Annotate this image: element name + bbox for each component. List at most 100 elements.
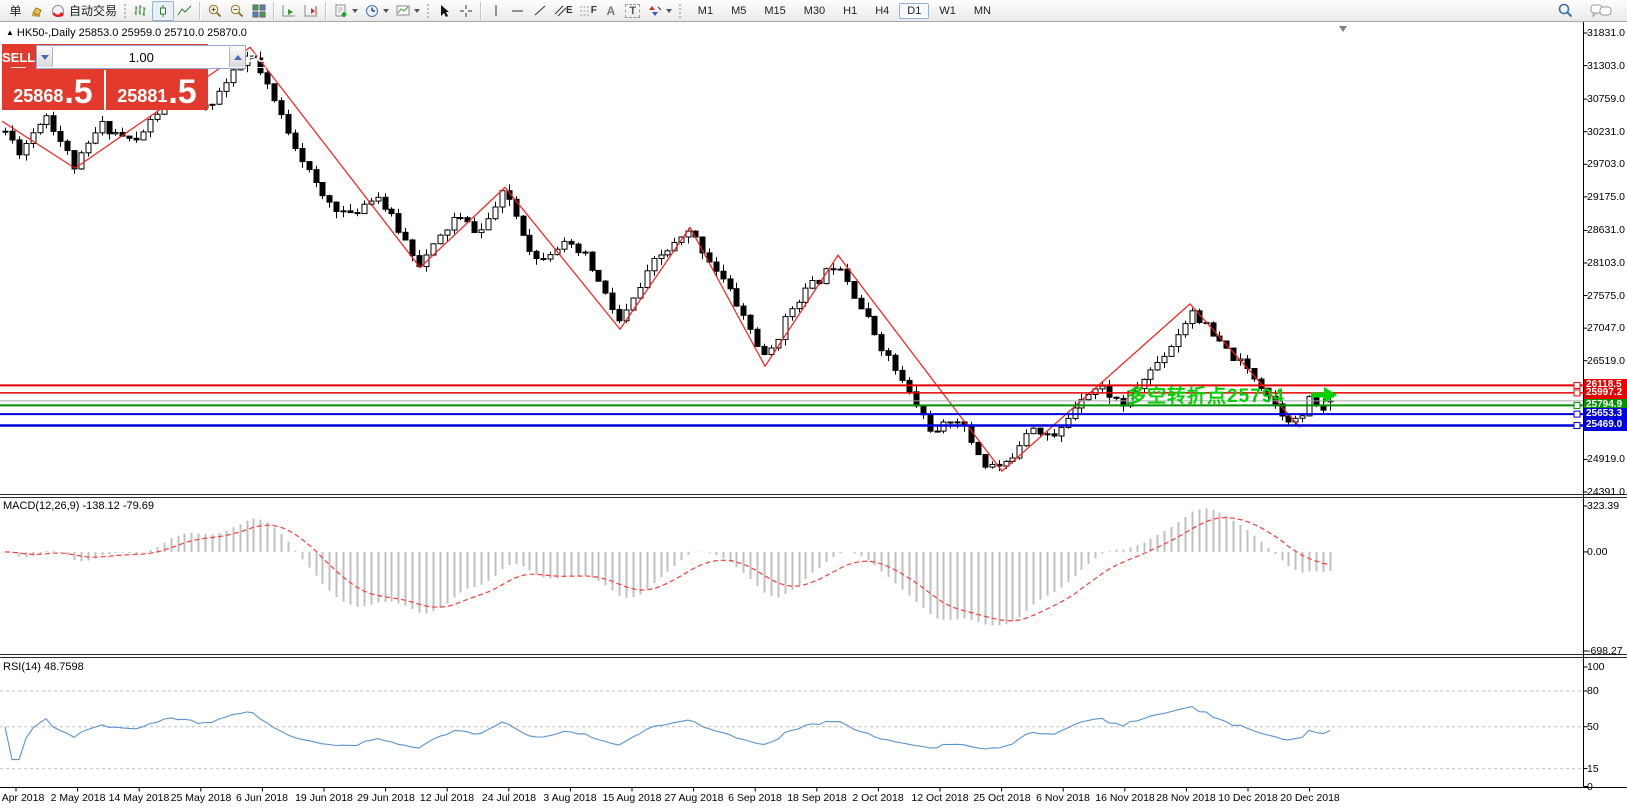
order-button[interactable]: 单: [3, 1, 25, 21]
volume-control: [36, 45, 246, 69]
date-label: 24 Jul 2018: [482, 792, 536, 804]
timeframe-m1[interactable]: M1: [690, 3, 721, 19]
sell-button-label: SELL: [2, 50, 35, 65]
timeframe-w1[interactable]: W1: [931, 3, 964, 19]
horizontal-line-button[interactable]: [507, 1, 529, 21]
templates-button[interactable]: [392, 1, 423, 21]
date-label: 6 Jun 2018: [236, 792, 288, 804]
indicators-icon: [333, 3, 349, 19]
buy-price-int: 25881: [117, 85, 167, 107]
chart-collapse-icon: ▲: [6, 28, 14, 37]
vertical-line-button[interactable]: [485, 1, 507, 21]
trendline-icon: [532, 3, 548, 19]
chart-shift-icon: [303, 3, 319, 19]
fibonacci-button[interactable]: F: [576, 1, 600, 21]
volume-input[interactable]: [53, 50, 229, 65]
autoscroll-icon: [281, 3, 297, 19]
text-label-icon: T: [625, 4, 640, 18]
date-label: 2 May 2018: [51, 792, 106, 804]
date-label: 6 Sep 2018: [728, 792, 782, 804]
date-label: 16 Nov 2018: [1095, 792, 1155, 804]
date-label: 14 May 2018: [109, 792, 170, 804]
price-axis-label: 27047.0: [1587, 322, 1625, 334]
timeframe-mn[interactable]: MN: [966, 3, 999, 19]
date-label: 10 Dec 2018: [1218, 792, 1278, 804]
crosshair-button[interactable]: [455, 1, 477, 21]
chart-shift-button[interactable]: [300, 1, 322, 21]
macd-axis-label: -698.27: [1587, 645, 1623, 657]
fibonacci-icon: [579, 3, 591, 19]
channel-button[interactable]: E: [551, 1, 576, 21]
template-icon: [395, 3, 411, 19]
clock-icon: [364, 3, 380, 19]
price-axis-label: 24919.0: [1587, 453, 1625, 465]
sell-button[interactable]: SELL: [2, 44, 35, 70]
toolbar-separator: [199, 2, 201, 20]
crosshair-icon: [458, 3, 474, 19]
zoom-out-button[interactable]: [226, 1, 248, 21]
timeframe-m15[interactable]: M15: [756, 3, 793, 19]
horizontal-line-icon: [510, 3, 526, 19]
dropdown-caret: [352, 9, 358, 13]
text-tool-button[interactable]: A: [600, 1, 622, 21]
periods-button[interactable]: [361, 1, 392, 21]
cursor-button[interactable]: [433, 1, 455, 21]
dropdown-caret: [414, 9, 420, 13]
date-label: 29 Jun 2018: [357, 792, 415, 804]
macd-axis-label: 0.00: [1587, 546, 1607, 558]
autotrading-icon: [50, 3, 66, 19]
autotrading-button[interactable]: 自动交易: [47, 1, 120, 21]
channel-icon: [554, 3, 566, 19]
order-button-label: 单: [9, 2, 21, 19]
arrows-tool-icon: [647, 3, 663, 19]
date-label: 20 Dec 2018: [1280, 792, 1340, 804]
autoscroll-button[interactable]: [278, 1, 300, 21]
price-axis-label: 31303.0: [1587, 60, 1625, 72]
date-label: 28 Nov 2018: [1156, 792, 1216, 804]
date-label: 19 Apr 2018: [0, 792, 44, 804]
buy-price-frac: .5: [168, 77, 196, 107]
rsi-axis-label: 80: [1587, 685, 1599, 697]
one-click-trading-panel: SELL BUY 25868.5 25881.5: [2, 44, 208, 110]
toolbar-separator: [480, 2, 482, 20]
toolbar-separator: [273, 2, 275, 20]
indicators-button[interactable]: [330, 1, 361, 21]
annotation-text[interactable]: 多空转折点25794: [1127, 381, 1285, 408]
time-axis[interactable]: 19 Apr 20182 May 201814 May 201825 May 2…: [0, 788, 1583, 810]
buy-button[interactable]: BUY: [247, 44, 274, 70]
buy-button-label: BUY: [247, 50, 274, 65]
bar-chart-button[interactable]: [130, 1, 152, 21]
search-button[interactable]: [1554, 1, 1577, 21]
timeframe-m30[interactable]: M30: [796, 3, 833, 19]
gold-pouch-button[interactable]: [25, 1, 47, 21]
buy-price: 25881.5: [106, 70, 208, 110]
timeframe-h1[interactable]: H1: [835, 3, 865, 19]
arrows-tool-button[interactable]: [644, 1, 675, 21]
zoom-out-icon: [229, 3, 245, 19]
timeframe-d1[interactable]: D1: [899, 3, 929, 19]
text-label-button[interactable]: T: [622, 1, 644, 21]
timeframe-h4[interactable]: H4: [867, 3, 897, 19]
chart-canvas[interactable]: [0, 0, 1627, 810]
tile-windows-button[interactable]: [248, 1, 270, 21]
volume-decrease-button[interactable]: [37, 47, 53, 67]
toolbar-separator: [325, 2, 327, 20]
candlestick-chart-button[interactable]: [152, 1, 174, 21]
trade-panel-prices: 25868.5 25881.5: [2, 70, 208, 110]
macd-axis-label: 323.39: [1587, 500, 1619, 512]
rsi-axis-label: 0: [1587, 781, 1593, 793]
price-axis[interactable]: 26118.525997.225794.925653.325469.031831…: [1584, 0, 1627, 788]
vertical-line-icon: [488, 3, 504, 19]
timeframe-m5[interactable]: M5: [723, 3, 754, 19]
date-label: 12 Oct 2018: [911, 792, 968, 804]
gold-pouch-icon: [28, 3, 44, 19]
volume-increase-button[interactable]: [229, 47, 245, 67]
date-label: 19 Jun 2018: [295, 792, 353, 804]
fibonacci-letter: F: [591, 5, 597, 16]
date-label: 27 Aug 2018: [665, 792, 724, 804]
trendline-button[interactable]: [529, 1, 551, 21]
line-chart-button[interactable]: [174, 1, 196, 21]
zoom-in-button[interactable]: [204, 1, 226, 21]
chat-button[interactable]: [1587, 1, 1615, 21]
bar-chart-icon: [133, 3, 149, 19]
